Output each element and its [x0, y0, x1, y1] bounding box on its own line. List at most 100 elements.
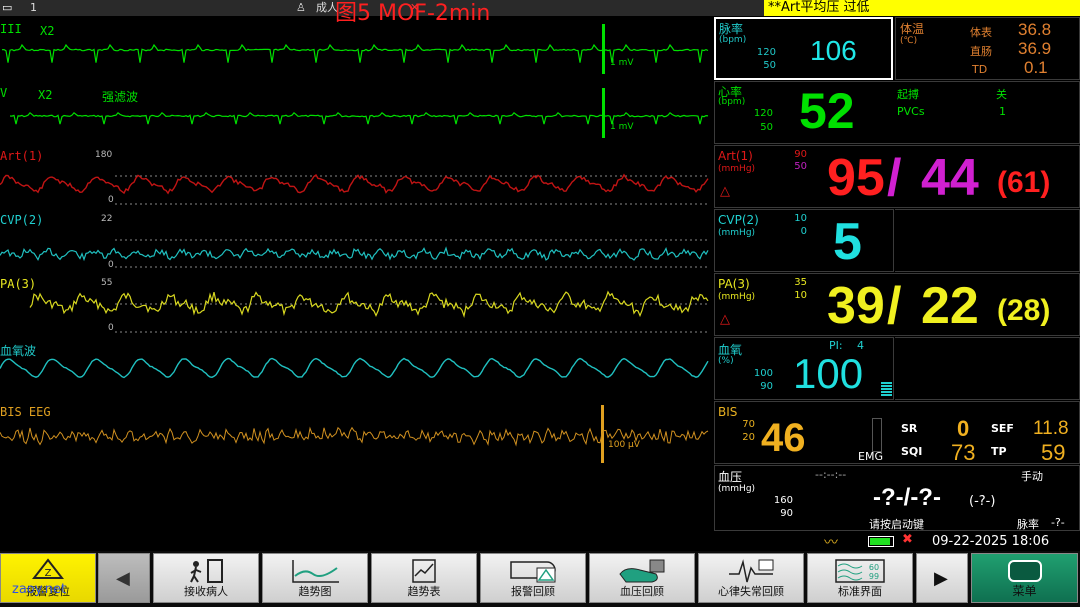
- nibp-mean: (-?-): [969, 494, 996, 509]
- art-unit: (mmHg): [718, 164, 756, 174]
- art-panel[interactable]: Art(1) (mmHg) 90 50 △ 95 / 44 (61): [714, 145, 1080, 208]
- svg-text:99: 99: [869, 572, 879, 581]
- alarm-review-label: 报警回顾: [511, 585, 555, 598]
- svg-text:60: 60: [869, 563, 879, 572]
- tp-label: TP: [991, 445, 1007, 458]
- scroll-left-button[interactable]: ◀: [98, 553, 150, 603]
- waveforms: [0, 24, 709, 463]
- admit-patient-label: 接收病人: [184, 585, 228, 598]
- nibp-high-limit: 160: [773, 495, 793, 506]
- nibp-pr-value: -?-: [1051, 516, 1065, 529]
- bis-high-limit: 70: [742, 419, 755, 430]
- right-arrow-icon: ▶: [934, 568, 948, 589]
- trend-table-icon: [412, 559, 436, 583]
- spo2-low-limit: 90: [760, 381, 773, 392]
- trend-table-button[interactable]: 趋势表: [371, 553, 477, 603]
- pr-unit: (bpm): [719, 35, 747, 45]
- nibp-pr-label: 脉率: [1017, 518, 1039, 531]
- patient-icon: ♙: [296, 1, 306, 14]
- emg-label: EMG: [858, 450, 883, 463]
- pa-high-limit: 35: [794, 277, 807, 288]
- alarm-banner[interactable]: **Art平均压 过低: [764, 0, 1080, 16]
- pvc-label: PVCs: [897, 105, 925, 118]
- arrhythmia-review-button[interactable]: 心律失常回顾: [698, 553, 804, 603]
- trend-table-label: 趋势表: [407, 585, 441, 598]
- spo2-panel[interactable]: 血氧 (%) PI: 4 100 90 100: [714, 337, 894, 400]
- wave-indicator-icon: 〰: [824, 535, 838, 551]
- hr-panel[interactable]: 心率 (bpm) 120 50 52 起搏 关 PVCs 1: [714, 81, 1080, 144]
- hr-value: 52: [799, 83, 855, 139]
- trend-graph-button[interactable]: 趋势图: [262, 553, 368, 603]
- pa-label: PA(3): [718, 277, 750, 291]
- temp-panel[interactable]: 体温 (℃) 体表 36.8 直肠 36.9 TD 0.1: [895, 17, 1080, 80]
- temp-unit: (℃): [900, 36, 918, 46]
- top-status-bar: ▭ 1 ♙ 成人 ✕ **Art平均压 过低: [0, 0, 1080, 16]
- admit-patient-button[interactable]: 接收病人: [153, 553, 259, 603]
- pa-low-limit: 10: [794, 290, 807, 301]
- pr-high-limit: 120: [756, 47, 776, 58]
- bed-number: 1: [30, 1, 37, 14]
- bis-low-limit: 20: [742, 432, 755, 443]
- bis-label: BIS: [718, 405, 738, 419]
- nibp-low-limit: 90: [780, 508, 793, 519]
- pa-panel[interactable]: PA(3) (mmHg) 35 10 △ 39 / 22 (28): [714, 273, 1080, 336]
- standard-screen-button[interactable]: 60 99 标准界面: [807, 553, 913, 603]
- nibp-review-icon: [619, 559, 665, 583]
- sqi-value: 73: [951, 440, 976, 465]
- temp-diff-label: TD: [972, 63, 988, 76]
- art-low-limit: 50: [794, 161, 807, 172]
- spo2-signal-bar: [881, 382, 892, 396]
- nibp-review-button[interactable]: 血压回顾: [589, 553, 695, 603]
- standard-screen-icon: 6099: [835, 559, 885, 583]
- nibp-label: 血压: [718, 470, 743, 484]
- emg-bar: [872, 418, 882, 452]
- pvc-value: 1: [999, 105, 1006, 118]
- nibp-hint: 请按启动键: [869, 518, 924, 531]
- alarm-review-button[interactable]: 报警回顾: [480, 553, 586, 603]
- menu-label: 菜单: [1012, 584, 1037, 598]
- nibp-mode[interactable]: 手动: [1021, 468, 1043, 484]
- nibp-review-label: 血压回顾: [620, 585, 664, 598]
- sef-value: 11.8: [1033, 418, 1069, 439]
- status-strip: 〰 ✖ 09-22-2025 18:06: [714, 531, 1080, 551]
- pa-alarm-icon: △: [720, 312, 730, 327]
- pa-systolic: 39: [827, 277, 885, 335]
- temp-site2-value: 36.9: [1018, 39, 1052, 58]
- art-diastolic: 44: [921, 149, 979, 207]
- svg-text:Z: Z: [45, 568, 52, 579]
- cvp-panel-extra: [895, 209, 1080, 272]
- temp-label: 体温: [900, 22, 925, 36]
- art-slash: /: [887, 149, 902, 207]
- art-mean: (61): [997, 166, 1051, 199]
- spo2-waveform: [0, 357, 709, 379]
- arrhythmia-review-icon: [729, 559, 774, 583]
- ecg2-cal-bar: [602, 88, 605, 138]
- cvp-high-limit: 10: [794, 213, 807, 224]
- nibp-unit: (mmHg): [718, 484, 756, 494]
- cvp-label: CVP(2): [718, 213, 759, 227]
- menu-button[interactable]: 菜单: [971, 553, 1078, 603]
- admit-patient-icon: [190, 559, 223, 583]
- cvp-value: 5: [833, 213, 862, 271]
- battery-icon: [868, 536, 894, 547]
- pr-panel[interactable]: 脉率 (bpm) 120 50 106: [714, 17, 893, 80]
- nibp-time: --:--:--: [815, 468, 847, 481]
- pr-value: 106: [810, 35, 857, 66]
- spo2-high-limit: 100: [753, 368, 773, 379]
- art-alarm-icon: △: [720, 184, 730, 199]
- trend-graph-label: 趋势图: [298, 585, 332, 598]
- bis-panel[interactable]: BIS 70 20 46 EMG SR 0 SEF 11.8 SQI 73 TP…: [714, 401, 1080, 465]
- sef-label: SEF: [991, 422, 1014, 435]
- nibp-panel[interactable]: 血压 (mmHg) --:--:-- 手动 160 90 -?-/-?- (-?…: [714, 465, 1080, 531]
- cvp-low-limit: 0: [800, 226, 807, 237]
- pa-unit: (mmHg): [718, 292, 756, 302]
- menu-icon: [1007, 560, 1042, 582]
- hr-high-limit: 120: [753, 108, 773, 119]
- art-high-limit: 90: [794, 149, 807, 160]
- scroll-right-button[interactable]: ▶: [916, 553, 968, 603]
- cvp-panel[interactable]: CVP(2) (mmHg) 10 0 5: [714, 209, 894, 272]
- art-systolic: 95: [827, 149, 885, 207]
- network-alarm-icon: ✖: [902, 532, 913, 547]
- temp-site1-label: 体表: [970, 26, 992, 39]
- temp-diff-value: 0.1: [1024, 58, 1048, 77]
